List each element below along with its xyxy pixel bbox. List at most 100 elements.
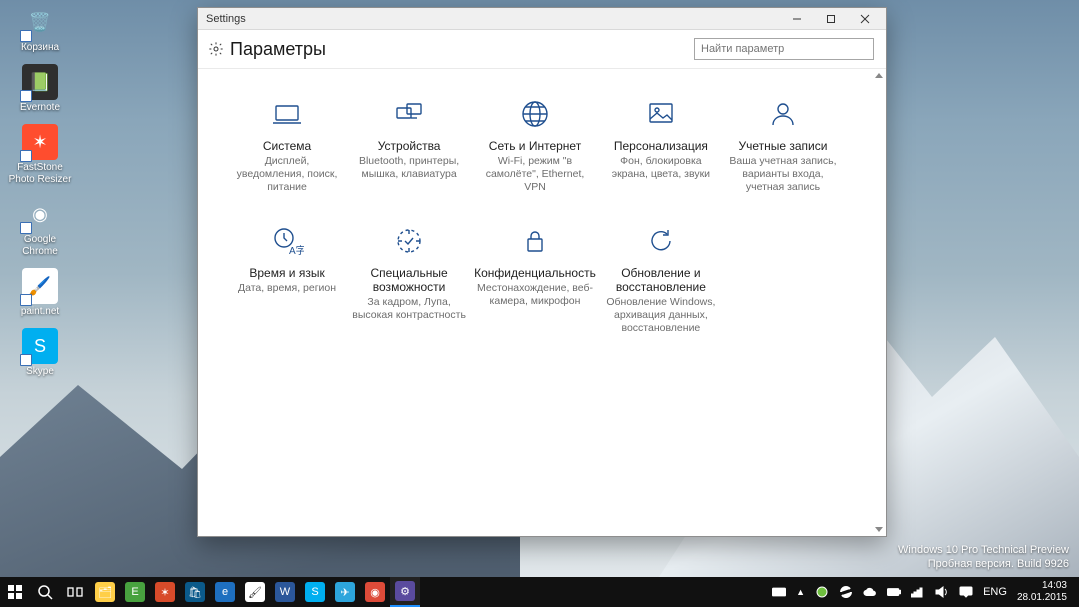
taskbar-app-faststone[interactable]: ✶	[150, 577, 180, 607]
ease-icon	[392, 224, 426, 258]
titlebar[interactable]: Settings	[198, 8, 886, 30]
category-title: Персонализация	[614, 139, 708, 153]
devices-icon	[392, 97, 426, 131]
taskbar-app-settings[interactable]: ⚙	[390, 577, 420, 607]
desktop-icon-label: Google Chrome	[6, 234, 74, 258]
action-center-icon[interactable]	[959, 585, 973, 599]
language-indicator[interactable]: ENG	[983, 586, 1007, 598]
wifi-icon[interactable]	[911, 585, 925, 599]
desktop-icon-google-chrome[interactable]: ◉Google Chrome	[6, 196, 74, 258]
settings-window: Settings Параметры Система Дисплей, увед…	[197, 7, 887, 537]
category-update[interactable]: Обновление и восстановление Обновление W…	[602, 220, 720, 339]
network-icon	[518, 97, 552, 131]
keyboard-icon[interactable]	[772, 585, 786, 599]
desktop-icon-label: FastStone Photo Resizer	[6, 162, 74, 186]
word-icon: W	[275, 582, 295, 602]
category-desc: Дисплей, уведомления, поиск, питание	[230, 155, 344, 194]
category-time[interactable]: Время и язык Дата, время, регион	[228, 220, 346, 339]
category-desc: За кадром, Лупа, высокая контрастность	[352, 296, 466, 322]
close-button[interactable]	[848, 8, 882, 30]
chrome-icon: ◉	[365, 582, 385, 602]
desktop-icon-label: Skype	[26, 366, 54, 378]
desktop-icon-evernote[interactable]: 📗 Evernote	[6, 64, 74, 114]
task-view-button[interactable]	[60, 577, 90, 607]
ie-icon: e	[215, 582, 235, 602]
category-desc: Обновление Windows, архивация данных, во…	[604, 296, 718, 335]
page-title: Параметры	[230, 39, 326, 60]
tray-cloud-icon[interactable]	[863, 585, 877, 599]
category-desc: Bluetooth, принтеры, мышка, клавиатура	[352, 155, 466, 181]
taskbar-app-paintnet[interactable]: 🖌	[240, 577, 270, 607]
app-icon: 📗	[22, 64, 58, 100]
taskbar-app-ie[interactable]: e	[210, 577, 240, 607]
taskbar-app-telegram[interactable]: ✈	[330, 577, 360, 607]
category-system[interactable]: Система Дисплей, уведомления, поиск, пит…	[228, 93, 346, 198]
category-title: Специальные возможности	[352, 266, 466, 294]
desktop-icon-label: Корзина	[21, 42, 59, 54]
app-icon: ◉	[22, 196, 58, 232]
maximize-button[interactable]	[814, 8, 848, 30]
volume-icon[interactable]	[935, 585, 949, 599]
scrollbar[interactable]	[872, 69, 886, 536]
category-devices[interactable]: Устройства Bluetooth, принтеры, мышка, к…	[350, 93, 468, 198]
app-icon: 🖌️	[22, 268, 58, 304]
category-title: Конфиденциальность	[474, 266, 596, 280]
category-privacy[interactable]: Конфиденциальность Местонахождение, веб-…	[472, 220, 598, 339]
battery-icon[interactable]	[887, 585, 901, 599]
gear-icon	[208, 41, 224, 57]
taskbar-app-file-explorer[interactable]: 🗂	[90, 577, 120, 607]
minimize-button[interactable]	[780, 8, 814, 30]
evernote-icon: E	[125, 582, 145, 602]
taskbar: 🗂 E ✶🛍e 🖌 WS✈ ◉ ⚙ ▲ ENG 14:03 28.01.2015	[0, 577, 1079, 607]
tray-chevron-icon[interactable]: ▲	[796, 587, 805, 597]
telegram-icon: ✈	[335, 582, 355, 602]
app-icon: 🗑️	[22, 4, 58, 40]
category-title: Сеть и Интернет	[489, 139, 581, 153]
taskbar-app-evernote[interactable]: E	[120, 577, 150, 607]
desktop-icon-label: paint.net	[21, 306, 59, 318]
clock[interactable]: 14:03 28.01.2015	[1017, 580, 1071, 604]
search-input[interactable]	[694, 38, 874, 60]
desktop-icon-faststone-photo-resizer[interactable]: ✶FastStone Photo Resizer	[6, 124, 74, 186]
privacy-icon	[518, 224, 552, 258]
tray-sync-icon[interactable]	[839, 585, 853, 599]
paintnet-icon: 🖌	[245, 582, 265, 602]
taskbar-app-store[interactable]: 🛍	[180, 577, 210, 607]
desktop-icon-skype[interactable]: S Skype	[6, 328, 74, 378]
settings-icon: ⚙	[395, 581, 415, 601]
taskbar-app-chrome[interactable]: ◉	[360, 577, 390, 607]
personalization-icon	[644, 97, 678, 131]
scroll-down-icon[interactable]	[875, 527, 883, 532]
settings-header: Параметры	[198, 30, 886, 69]
category-title: Время и язык	[249, 266, 324, 280]
category-ease[interactable]: Специальные возможности За кадром, Лупа,…	[350, 220, 468, 339]
accounts-icon	[766, 97, 800, 131]
category-title: Обновление и восстановление	[604, 266, 718, 294]
category-desc: Wi-Fi, режим "в самолёте", Ethernet, VPN	[475, 155, 595, 194]
category-title: Учетные записи	[738, 139, 827, 153]
window-title: Settings	[206, 13, 780, 25]
update-icon	[644, 224, 678, 258]
category-title: Система	[263, 139, 311, 153]
tray-status-icon[interactable]	[815, 585, 829, 599]
scroll-up-icon[interactable]	[875, 73, 883, 78]
system-tray: ▲ ENG 14:03 28.01.2015	[764, 580, 1079, 604]
category-accounts[interactable]: Учетные записи Ваша учетная запись, вари…	[724, 93, 842, 198]
app-icon: ✶	[22, 124, 58, 160]
category-desc: Дата, время, регион	[238, 282, 336, 295]
file-explorer-icon: 🗂	[95, 582, 115, 602]
app-icon: S	[22, 328, 58, 364]
category-desc: Ваша учетная запись, варианты входа, уче…	[726, 155, 840, 194]
system-icon	[270, 97, 304, 131]
desktop-icon-paint.net[interactable]: 🖌️ paint.net	[6, 268, 74, 318]
category-network[interactable]: Сеть и Интернет Wi-Fi, режим "в самолёте…	[472, 93, 598, 198]
desktop-icon-корзина[interactable]: 🗑️ Корзина	[6, 4, 74, 54]
category-title: Устройства	[378, 139, 441, 153]
taskbar-app-skype[interactable]: S	[300, 577, 330, 607]
start-button[interactable]	[0, 577, 30, 607]
taskbar-app-word[interactable]: W	[270, 577, 300, 607]
taskbar-search-button[interactable]	[30, 577, 60, 607]
faststone-icon: ✶	[155, 582, 175, 602]
desktop-icon-label: Evernote	[20, 102, 60, 114]
category-personalization[interactable]: Персонализация Фон, блокировка экрана, ц…	[602, 93, 720, 198]
